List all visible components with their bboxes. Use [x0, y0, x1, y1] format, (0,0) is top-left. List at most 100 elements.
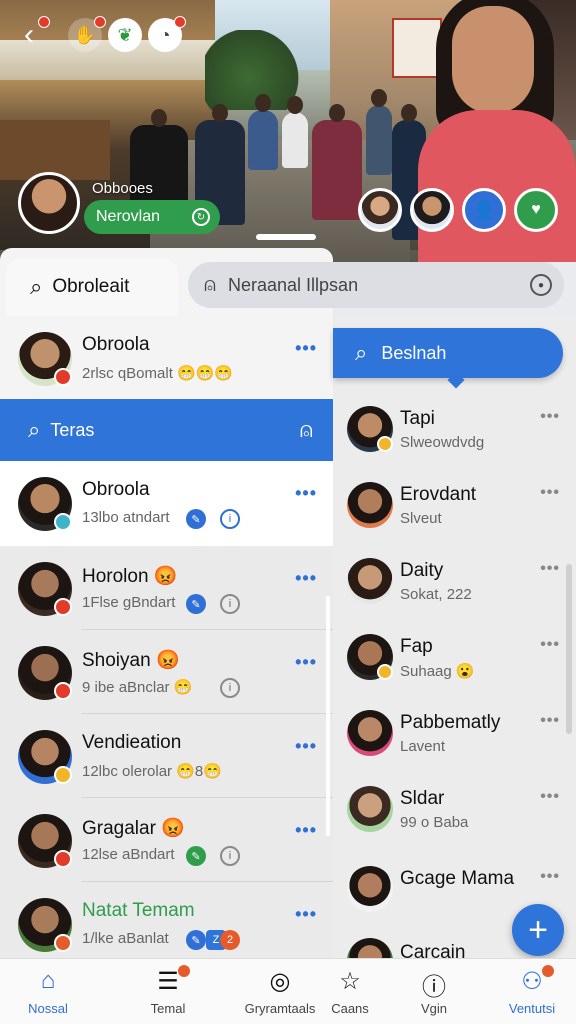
contact-name: Pabbematly — [400, 712, 501, 733]
more-icon[interactable]: ••• — [295, 483, 317, 504]
chat-row[interactable]: Obroola 2rlsc qBomalt 😁😁😁 ••• — [0, 316, 333, 400]
tab-label: Neraanal Illpsan — [228, 274, 359, 295]
chat-name: Horolon 😡 — [82, 566, 178, 587]
contact-name: Fap — [400, 636, 433, 657]
hand-icon[interactable]: ✋ — [68, 16, 106, 52]
settings-icon[interactable]: ● — [530, 274, 552, 296]
nav-group[interactable]: ⚇ Ventutsi — [484, 959, 576, 1024]
target-icon: ◎ — [269, 968, 291, 995]
chat-row[interactable]: Vendieation 12lbc olerolar 😁8😁 ••• — [0, 714, 333, 798]
more-icon[interactable]: ••• — [540, 868, 560, 886]
drag-handle[interactable] — [256, 234, 316, 240]
chat-row[interactable]: Shoiyan 😡 9 ibe aBnclar 😁 i ••• — [0, 630, 333, 714]
contact-subtitle: Sokat, 222 — [400, 586, 472, 603]
status-badge — [54, 766, 72, 784]
more-icon[interactable]: ••• — [295, 652, 317, 673]
search-button[interactable]: ⌕ Beslnah — [333, 328, 563, 378]
status-badge — [54, 850, 72, 868]
pin-icon: ✎ — [186, 509, 206, 529]
contact-subtitle: 99 o Baba — [400, 814, 469, 831]
contact-subtitle: Lavent — [400, 738, 446, 755]
notification-dot — [178, 965, 190, 977]
nav-label: Caans — [331, 1001, 369, 1016]
avatar — [347, 558, 393, 604]
contact-item[interactable]: Pabbematly Lavent ••• — [333, 702, 576, 778]
more-icon[interactable]: ••• — [295, 820, 317, 841]
info-icon: i — [220, 509, 240, 529]
avatar[interactable] — [410, 188, 454, 232]
contact-item[interactable]: Fap Suhaag 😮 ••• — [333, 626, 576, 702]
contact-subtitle: Suhaag 😮 — [400, 663, 475, 680]
user-icon[interactable]: 👤 — [462, 188, 506, 232]
tab-contacts[interactable]: ⍝ Neraanal Illpsan ● — [188, 262, 564, 308]
contact-item[interactable]: Erovdant Slveut ••• — [333, 474, 576, 550]
contact-name: Sldar — [400, 788, 445, 809]
avatar — [347, 938, 393, 958]
story-pill-label: Nerovlan — [96, 208, 161, 225]
notification-dot — [174, 16, 186, 28]
more-icon[interactable]: ••• — [540, 636, 560, 654]
star-icon: ☆ — [339, 968, 361, 995]
pin-icon: ✎ — [186, 846, 206, 866]
status-badge — [377, 436, 393, 452]
status-badge — [54, 934, 72, 952]
add-button[interactable]: + — [512, 904, 564, 956]
chat-subtitle: 12lbc olerolar 😁8😁 — [82, 763, 222, 780]
search-icon: ⌕ — [30, 274, 43, 299]
avatar — [347, 710, 393, 756]
status-badge — [54, 513, 72, 531]
avatar[interactable] — [358, 188, 402, 232]
search-label: Beslnah — [381, 342, 447, 363]
tab-chats[interactable]: ⌕ Obroleait — [6, 258, 178, 316]
chat-row[interactable]: Obroola 13lbo atndart ✎ i ••• — [0, 461, 333, 546]
status-badge — [377, 664, 393, 680]
contact-item[interactable]: Daity Sokat, 222 ••• — [333, 550, 576, 626]
nav-star[interactable]: ☆ Caans — [302, 959, 398, 1024]
leaf-icon[interactable]: ❦ — [108, 18, 142, 52]
info-icon: i — [220, 678, 240, 698]
globe-icon[interactable]: ◔ — [148, 16, 186, 52]
add-user-icon[interactable]: ⍝ — [300, 417, 313, 443]
nav-home[interactable]: ⌂ Nossal — [0, 959, 96, 1024]
notification-dot — [542, 965, 554, 977]
more-icon[interactable]: ••• — [540, 788, 560, 806]
teras-label: Teras — [50, 419, 95, 440]
info-icon: i — [220, 846, 240, 866]
chat-subtitle: 2rlsc qBomalt 😁😁😁 — [82, 365, 234, 382]
contact-item[interactable]: Tapi Slweowdvdg ••• — [333, 398, 576, 474]
contact-name: Erovdant — [400, 484, 477, 505]
back-icon[interactable]: ‹ — [12, 16, 50, 52]
more-icon[interactable]: ••• — [540, 408, 560, 426]
status-badge — [54, 368, 72, 386]
scrollbar[interactable] — [566, 564, 572, 734]
chat-row[interactable]: Natat Temam 1/lke aBanlat ✎ Z 2 ••• — [0, 882, 333, 966]
chat-row[interactable]: Horolon 😡 1Flse gBndart ✎ i ••• — [0, 546, 333, 630]
contact-subtitle: Slveut — [400, 510, 442, 527]
alert-icon: ⓘ — [422, 974, 446, 1001]
more-icon[interactable]: ••• — [540, 712, 560, 730]
contact-subtitle: Slweowdvdg — [400, 434, 485, 451]
heart-icon[interactable]: ♥ — [514, 188, 558, 232]
bottom-nav: ⌂ Nossal ☰ Temal ◎ Gryramtaals ☆ Caans ⓘ… — [0, 958, 576, 1024]
pedestrian — [282, 96, 308, 168]
teras-search-bar[interactable]: ⌕ Teras ⍝ — [0, 399, 333, 461]
chat-row[interactable]: Gragalar 😡 12lse aBndart ✎ i ••• — [0, 798, 333, 882]
notification-dot — [38, 16, 50, 28]
scrollbar[interactable] — [326, 596, 330, 836]
more-icon[interactable]: ••• — [295, 338, 317, 359]
refresh-icon: ↻ — [192, 208, 210, 226]
search-icon: ⌕ — [28, 417, 41, 442]
contact-name: Daity — [400, 560, 444, 581]
nav-list[interactable]: ☰ Temal — [120, 959, 216, 1024]
more-icon[interactable]: ••• — [295, 568, 317, 589]
more-icon[interactable]: ••• — [540, 484, 560, 502]
nav-alert[interactable]: ⓘ Vgin — [386, 959, 482, 1024]
contact-name: Carcain — [400, 942, 466, 958]
story-name: Obbooes — [92, 180, 153, 197]
contact-item[interactable]: Sldar 99 o Baba ••• — [333, 778, 576, 854]
more-icon[interactable]: ••• — [540, 560, 560, 578]
more-icon[interactable]: ••• — [295, 904, 317, 925]
story-pill-button[interactable]: Nerovlan ↻ — [84, 200, 220, 234]
chat-name: Shoiyan 😡 — [82, 650, 180, 671]
more-icon[interactable]: ••• — [295, 736, 317, 757]
